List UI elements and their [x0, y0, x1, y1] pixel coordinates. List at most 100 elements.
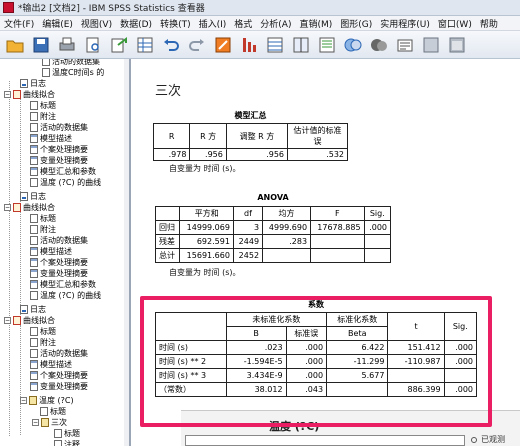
table-cell: 3: [232, 220, 264, 235]
tree-item-model-parameters[interactable]: 模型汇总和参数: [30, 166, 96, 177]
tree-item-temperature-curve[interactable]: 温度 (?C) 的曲线: [30, 290, 101, 301]
document-icon: [30, 112, 38, 121]
tree-item-cubic[interactable]: − 三次: [32, 417, 67, 428]
document-icon: [30, 338, 38, 347]
table-icon: [30, 247, 38, 256]
menu-format[interactable]: 格式: [230, 17, 256, 30]
goto-data-icon[interactable]: [134, 34, 156, 56]
book-icon: [29, 396, 37, 405]
menu-graphs[interactable]: 图形(G): [336, 17, 376, 30]
column-header: 估计值的标准误: [287, 123, 348, 149]
tree-item-log[interactable]: 日志: [20, 304, 46, 315]
tree-item-variable-summary[interactable]: 变量处理摘要: [30, 268, 88, 279]
document-icon: [30, 349, 38, 358]
menu-utilities[interactable]: 实用程序(U): [376, 17, 434, 30]
menu-insert[interactable]: 插入(I): [195, 17, 231, 30]
menu-analyze[interactable]: 分析(A): [256, 17, 295, 30]
tree-item-model-description[interactable]: 模型描述: [30, 246, 72, 257]
tree-item-curve-fit[interactable]: − 曲线拟合: [4, 202, 55, 213]
menu-edit[interactable]: 编辑(E): [38, 17, 77, 30]
column-header: F: [310, 206, 365, 221]
tree-item-active-dataset[interactable]: 活动的数据集: [42, 59, 100, 67]
tree-item-model-description[interactable]: 模型描述: [30, 359, 72, 370]
collapse-icon[interactable]: −: [4, 91, 11, 98]
menu-transform[interactable]: 转换(T): [156, 17, 195, 30]
tree-item-notes[interactable]: 附注: [30, 337, 56, 348]
tree-item-temperature-curve[interactable]: 温度 (?C) 的曲线: [30, 177, 101, 188]
designate-window-icon[interactable]: [446, 34, 468, 56]
tree-item-case-summary[interactable]: 个案处理摘要: [30, 257, 88, 268]
tree-item-title[interactable]: 标题: [30, 100, 56, 111]
tree-item-title[interactable]: 标题: [30, 213, 56, 224]
open-folder-icon[interactable]: [4, 34, 26, 56]
insert-icon[interactable]: [316, 34, 338, 56]
tree-item-active-dataset[interactable]: 活动的数据集: [30, 122, 88, 133]
export-icon[interactable]: [108, 34, 130, 56]
tree-item-active-dataset[interactable]: 活动的数据集: [30, 235, 88, 246]
menu-window[interactable]: 窗口(W): [434, 17, 476, 30]
menu-data[interactable]: 数据(D): [116, 17, 156, 30]
tree-item-variable-summary[interactable]: 变量处理摘要: [30, 381, 88, 392]
table-cell: .532: [287, 148, 348, 161]
print-preview-icon[interactable]: [82, 34, 104, 56]
tree-item-notes[interactable]: 附注: [30, 111, 56, 122]
tree-item-variable-summary[interactable]: 变量处理摘要: [30, 155, 88, 166]
document-icon: [40, 407, 48, 416]
tree-item-model-parameters[interactable]: 模型汇总和参数: [30, 279, 96, 290]
document-icon: [30, 225, 38, 234]
tree-item-title[interactable]: 标题: [54, 428, 80, 439]
show-all-icon[interactable]: [420, 34, 442, 56]
tree-item-curve-fit[interactable]: − 曲线拟合: [4, 315, 55, 326]
goto-variable-icon[interactable]: [238, 34, 260, 56]
tree-item-notes[interactable]: 注释: [54, 439, 80, 446]
collapse-icon[interactable]: −: [4, 204, 11, 211]
redo-icon[interactable]: [186, 34, 208, 56]
window-title: *输出2 [文档2] - IBM SPSS Statistics 查看器: [18, 4, 205, 14]
variables-icon[interactable]: [264, 34, 286, 56]
model-summary-table[interactable]: R R 方 调整 R 方 估计值的标准误 .978 .956 .956 .532: [152, 123, 348, 161]
tree-scrollbar[interactable]: [124, 59, 129, 446]
menu-file[interactable]: 文件(F): [0, 17, 38, 30]
tree-item-curve-fit[interactable]: − 曲线拟合: [4, 89, 55, 100]
menu-view[interactable]: 视图(V): [77, 17, 116, 30]
column-header: [154, 206, 181, 221]
collapse-icon[interactable]: −: [20, 397, 27, 404]
menu-help[interactable]: 帮助: [476, 17, 502, 30]
tree-item-temperature-curve[interactable]: 温度C时间s 的: [42, 67, 104, 78]
anova-footnote: 自变量为 时间 (s)。: [169, 268, 241, 277]
print-icon[interactable]: [56, 34, 78, 56]
row-label: 回归: [154, 220, 181, 235]
tree-item-model-description[interactable]: 模型描述: [30, 133, 72, 144]
tree-item-log[interactable]: 日志: [20, 78, 46, 89]
undo-icon[interactable]: [160, 34, 182, 56]
tree-item-temperature[interactable]: − 温度 (?C): [20, 395, 74, 406]
tree-guide-line: [20, 212, 21, 315]
collapse-icon[interactable]: −: [4, 317, 11, 324]
tree-item-title[interactable]: 标题: [40, 406, 66, 417]
tree-item-log[interactable]: 日志: [20, 191, 46, 202]
select-cases-icon[interactable]: [342, 34, 364, 56]
table-cell: [310, 248, 365, 263]
anova-table[interactable]: 平方和 df 均方 F Sig. 回归 14999.069 3 4999.690…: [154, 206, 392, 263]
tree-item-title[interactable]: 标题: [30, 326, 56, 337]
collapse-icon[interactable]: −: [32, 419, 39, 426]
use-sets-icon[interactable]: [394, 34, 416, 56]
document-icon: [30, 178, 38, 187]
document-icon: [30, 123, 38, 132]
table-icon: [30, 258, 38, 267]
table-row: 残差 692.591 2449 .283: [154, 234, 392, 249]
document-icon: [30, 327, 38, 336]
menu-direct-marketing[interactable]: 直销(M): [295, 17, 336, 30]
section-heading: 三次: [155, 84, 182, 99]
tree-guide-line: [9, 81, 10, 436]
tree-item-case-summary[interactable]: 个案处理摘要: [30, 144, 88, 155]
value-labels-icon[interactable]: [368, 34, 390, 56]
goto-case-icon[interactable]: [212, 34, 234, 56]
tree-item-case-summary[interactable]: 个案处理摘要: [30, 370, 88, 381]
save-icon[interactable]: [30, 34, 52, 56]
model-summary-title: 模型汇总: [234, 111, 267, 120]
tree-item-notes[interactable]: 附注: [30, 224, 56, 235]
split-file-icon[interactable]: [290, 34, 312, 56]
tree-item-active-dataset[interactable]: 活动的数据集: [30, 348, 88, 359]
document-icon: [30, 101, 38, 110]
